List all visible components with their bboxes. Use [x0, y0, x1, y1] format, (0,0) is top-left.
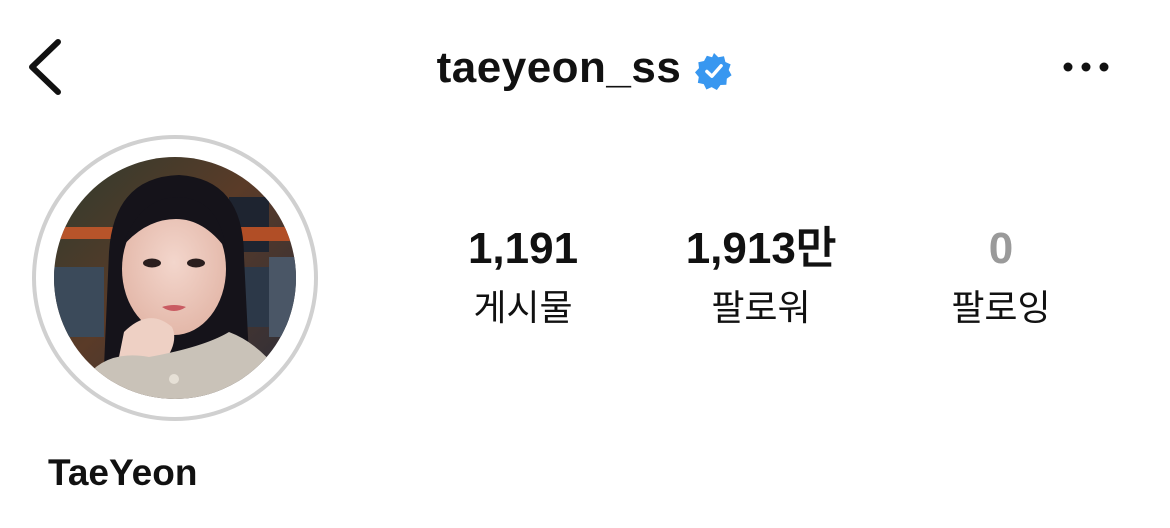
followers-stat[interactable]: 1,913만 팔로워 — [651, 224, 871, 331]
posts-label: 게시물 — [473, 288, 573, 330]
posts-count: 1,191 — [467, 224, 579, 273]
avatar[interactable] — [54, 157, 296, 399]
header-title: taeyeon_ss — [0, 40, 1170, 96]
following-count: 0 — [988, 224, 1014, 273]
verified-badge-icon — [695, 52, 733, 90]
following-stat[interactable]: 0 팔로잉 — [891, 224, 1111, 331]
posts-stat[interactable]: 1,191 게시물 — [413, 224, 633, 331]
more-horizontal-icon — [1063, 62, 1109, 72]
display-name: TaeYeon — [48, 452, 198, 493]
username: taeyeon_ss — [436, 43, 682, 92]
following-label: 팔로잉 — [951, 288, 1051, 330]
avatar-story-ring — [32, 135, 318, 421]
followers-label: 팔로워 — [711, 288, 811, 330]
followers-count: 1,913만 — [685, 224, 837, 273]
more-options-button[interactable] — [1058, 52, 1114, 82]
